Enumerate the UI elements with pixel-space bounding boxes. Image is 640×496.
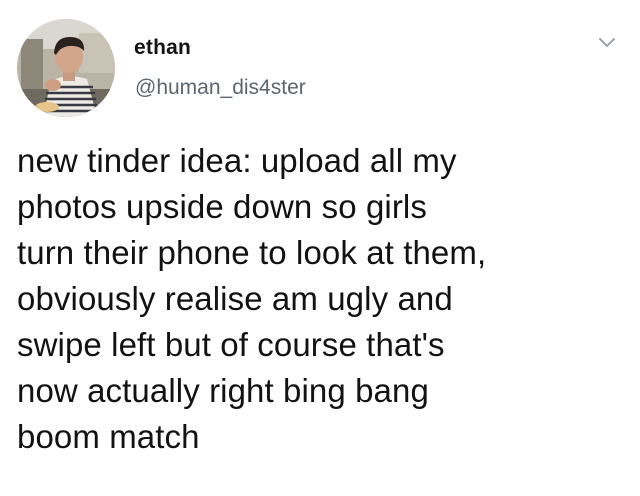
tweet-card: ethan @human_dis4ster new tinder idea: u… [0, 0, 640, 496]
tweet-text: new tinder idea: upload all my photos up… [17, 142, 487, 455]
chevron-down-icon[interactable] [596, 34, 618, 50]
user-handle[interactable]: @human_dis4ster [135, 76, 306, 100]
display-name[interactable]: ethan [134, 36, 191, 60]
avatar-photo [17, 19, 115, 117]
avatar[interactable] [17, 19, 115, 117]
